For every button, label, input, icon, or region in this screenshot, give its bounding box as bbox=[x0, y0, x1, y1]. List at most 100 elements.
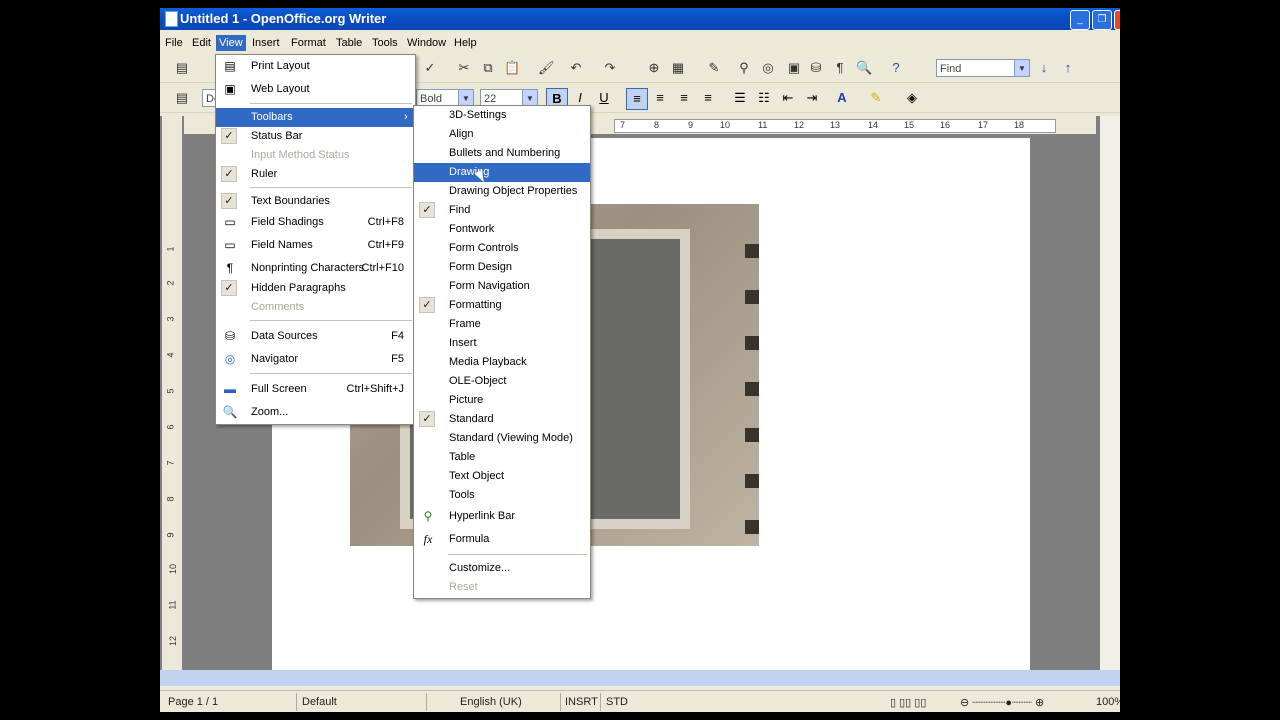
zoom-slider[interactable]: ⊖ ┈┈┈┈┈●┈┈┈ ⊕ bbox=[960, 696, 1044, 709]
submenu-item-tools[interactable]: Tools bbox=[414, 486, 590, 505]
navigator-icon[interactable]: ◎ bbox=[760, 60, 776, 76]
font-name-dropdown-icon[interactable]: ▼ bbox=[458, 90, 473, 106]
submenu-item-drawing[interactable]: Drawing bbox=[414, 163, 590, 182]
find-previous-icon[interactable]: ↑ bbox=[1060, 60, 1076, 76]
submenu-item-text-object[interactable]: Text Object bbox=[414, 467, 590, 486]
submenu-item-form-design[interactable]: Form Design bbox=[414, 258, 590, 277]
submenu-item-ole-object[interactable]: OLE-Object bbox=[414, 372, 590, 391]
menu-item-hidden-paragraphs[interactable]: ✓ Hidden Paragraphs bbox=[216, 279, 415, 298]
new-document-icon[interactable]: ▤ bbox=[174, 60, 190, 76]
highlighting-icon[interactable]: ✎ bbox=[866, 88, 886, 108]
view-layout-icons[interactable]: ▯ ▯▯ ▯▯ bbox=[890, 696, 926, 709]
menu-item-toolbars[interactable]: Toolbars › bbox=[216, 108, 415, 127]
menu-item-ruler[interactable]: ✓ Ruler bbox=[216, 165, 415, 184]
menu-item-status-bar[interactable]: ✓ Status Bar bbox=[216, 127, 415, 146]
menu-tools[interactable]: Tools bbox=[369, 35, 401, 51]
menu-table[interactable]: Table bbox=[333, 35, 365, 51]
submenu-item-table[interactable]: Table bbox=[414, 448, 590, 467]
copy-icon[interactable]: ⧉ bbox=[480, 60, 496, 76]
submenu-item-formula[interactable]: fx Formula bbox=[414, 530, 590, 549]
submenu-item-standard[interactable]: ✓ Standard bbox=[414, 410, 590, 429]
find-input[interactable]: Find ▼ bbox=[936, 59, 1030, 77]
find-next-icon[interactable]: ↓ bbox=[1036, 60, 1052, 76]
submenu-item-bullets-numbering[interactable]: Bullets and Numbering bbox=[414, 144, 590, 163]
menu-item-navigator[interactable]: ◎ Navigator F5 bbox=[216, 350, 415, 369]
menu-item-nonprinting-characters[interactable]: ¶ Nonprinting Characters Ctrl+F10 bbox=[216, 259, 415, 278]
background-color-icon[interactable]: ◈ bbox=[902, 88, 922, 108]
styles-formatting-icon[interactable]: ▤ bbox=[174, 90, 190, 106]
vertical-ruler: 1 2 3 4 5 6 7 8 9 10 11 12 13 bbox=[162, 116, 182, 680]
show-draw-functions-icon[interactable]: ✎ bbox=[706, 60, 722, 76]
table-icon[interactable]: ▦ bbox=[670, 60, 686, 76]
submenu-item-picture[interactable]: Picture bbox=[414, 391, 590, 410]
menu-help[interactable]: Help bbox=[451, 35, 480, 51]
menu-item-zoom[interactable]: 🔍 Zoom... bbox=[216, 403, 415, 422]
page-style-indicator[interactable]: Default bbox=[302, 696, 337, 708]
submenu-item-formatting[interactable]: ✓ Formatting bbox=[414, 296, 590, 315]
submenu-item-customize[interactable]: Customize... bbox=[414, 559, 590, 578]
justify-icon[interactable]: ≡ bbox=[698, 88, 718, 108]
submenu-item-form-navigation[interactable]: Form Navigation bbox=[414, 277, 590, 296]
menu-item-field-shadings[interactable]: ▭ Field Shadings Ctrl+F8 bbox=[216, 213, 415, 232]
submenu-item-3d-settings[interactable]: 3D-Settings bbox=[414, 106, 590, 125]
ruler-number: 13 bbox=[830, 120, 841, 130]
menu-item-full-screen[interactable]: ▬ Full Screen Ctrl+Shift+J bbox=[216, 380, 415, 399]
font-color-icon[interactable]: A bbox=[832, 88, 852, 108]
increase-indent-icon[interactable]: ⇥ bbox=[802, 88, 822, 108]
bullets-icon[interactable]: ☷ bbox=[754, 88, 774, 108]
submenu-item-fontwork[interactable]: Fontwork bbox=[414, 220, 590, 239]
menu-insert[interactable]: Insert bbox=[249, 35, 283, 51]
zoom-percent[interactable]: 100% bbox=[1096, 696, 1120, 708]
vertical-scrollbar[interactable] bbox=[1100, 116, 1120, 670]
cut-icon[interactable]: ✂ bbox=[456, 60, 472, 76]
menu-item-print-layout[interactable]: ▤ Print Layout bbox=[216, 57, 415, 76]
menu-item-text-boundaries[interactable]: ✓ Text Boundaries bbox=[216, 192, 415, 211]
menu-window[interactable]: Window bbox=[404, 35, 449, 51]
nonprinting-characters-icon[interactable]: ¶ bbox=[832, 60, 848, 76]
submenu-item-standard-viewing-mode[interactable]: Standard (Viewing Mode) bbox=[414, 429, 590, 448]
minimize-button[interactable]: _ bbox=[1070, 10, 1090, 30]
menu-file[interactable]: File bbox=[162, 35, 186, 51]
undo-icon[interactable]: ↶ bbox=[568, 60, 584, 76]
submenu-item-frame[interactable]: Frame bbox=[414, 315, 590, 334]
submenu-item-hyperlink-bar[interactable]: ⚲ Hyperlink Bar bbox=[414, 507, 590, 526]
find-dropdown-icon[interactable]: ▼ bbox=[1014, 60, 1029, 76]
submenu-item-insert[interactable]: Insert bbox=[414, 334, 590, 353]
menu-item-field-names[interactable]: ▭ Field Names Ctrl+F9 bbox=[216, 236, 415, 255]
submenu-item-find[interactable]: ✓ Find bbox=[414, 201, 590, 220]
gallery-icon[interactable]: ▣ bbox=[786, 60, 802, 76]
zoom-toolbar-icon[interactable]: 🔍 bbox=[856, 60, 872, 76]
submenu-item-align[interactable]: Align bbox=[414, 125, 590, 144]
underline-icon[interactable]: U bbox=[594, 88, 614, 108]
spellcheck-icon[interactable]: ✓ bbox=[422, 60, 438, 76]
submenu-item-media-playback[interactable]: Media Playback bbox=[414, 353, 590, 372]
menu-format[interactable]: Format bbox=[288, 35, 329, 51]
selection-mode-indicator[interactable]: STD bbox=[606, 696, 628, 708]
clone-formatting-icon[interactable]: 🖌 bbox=[538, 60, 555, 76]
menu-item-data-sources[interactable]: ⛁ Data Sources F4 bbox=[216, 327, 415, 346]
maximize-button[interactable]: ❐ bbox=[1092, 10, 1112, 30]
menu-item-web-layout[interactable]: ▣ Web Layout bbox=[216, 80, 415, 99]
decrease-indent-icon[interactable]: ⇤ bbox=[778, 88, 798, 108]
help-icon[interactable]: ? bbox=[888, 60, 904, 76]
navigator-globe-icon[interactable]: ⊕ bbox=[646, 60, 662, 76]
font-size-dropdown-icon[interactable]: ▼ bbox=[522, 90, 537, 106]
horizontal-scrollbar[interactable] bbox=[160, 670, 1120, 686]
data-sources-icon[interactable]: ⛁ bbox=[808, 60, 824, 76]
align-left-icon[interactable]: ≡ bbox=[626, 88, 648, 110]
redo-icon[interactable]: ↷ bbox=[602, 60, 618, 76]
find-replace-icon[interactable]: ⚲ bbox=[736, 60, 752, 76]
submenu-item-label: Tools bbox=[449, 489, 475, 501]
numbering-icon[interactable]: ☰ bbox=[730, 88, 750, 108]
align-right-icon[interactable]: ≡ bbox=[674, 88, 694, 108]
language-indicator[interactable]: English (UK) bbox=[460, 696, 522, 708]
ruler-number: 6 bbox=[165, 424, 176, 430]
paste-icon[interactable]: 📋 bbox=[504, 60, 520, 76]
insert-mode-indicator[interactable]: INSRT bbox=[565, 696, 598, 708]
submenu-item-drawing-object-properties[interactable]: Drawing Object Properties bbox=[414, 182, 590, 201]
menu-view[interactable]: View bbox=[216, 35, 246, 51]
close-button[interactable]: ✕ bbox=[1114, 10, 1120, 30]
submenu-item-form-controls[interactable]: Form Controls bbox=[414, 239, 590, 258]
align-center-icon[interactable]: ≡ bbox=[650, 88, 670, 108]
menu-edit[interactable]: Edit bbox=[189, 35, 214, 51]
